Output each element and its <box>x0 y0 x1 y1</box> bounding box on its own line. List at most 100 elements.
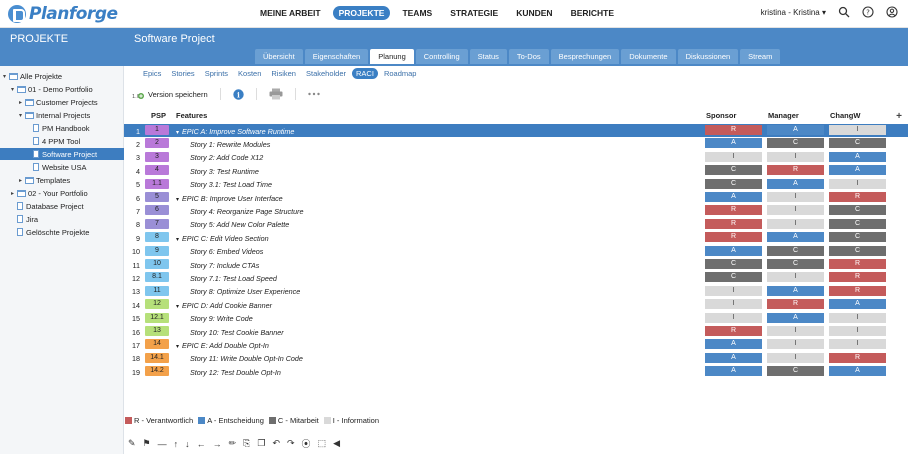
story-title[interactable]: Story 6: Embed Videos <box>190 247 263 256</box>
table-row[interactable]: 4 4 Story 3: Test Runtime C R A <box>124 164 908 177</box>
user-icon[interactable] <box>886 6 898 18</box>
sponsor-cell[interactable]: C <box>705 178 762 189</box>
changw-cell[interactable]: R <box>829 192 886 202</box>
tab-dokumente[interactable]: Dokumente <box>621 49 676 64</box>
manager-cell[interactable]: C <box>767 366 824 377</box>
manager-cell[interactable]: C <box>767 138 824 149</box>
add-epic-icon[interactable]: ⚑ <box>143 438 151 449</box>
tree-item[interactable]: Website USA <box>0 161 124 173</box>
subtab-roadmap[interactable]: Roadmap <box>380 68 421 79</box>
tree-item[interactable]: ▸ Templates <box>0 174 124 186</box>
undo-icon[interactable]: ↶ <box>272 438 280 449</box>
sponsor-cell[interactable]: A <box>705 352 762 363</box>
subtab-stories[interactable]: Stories <box>167 68 198 79</box>
tab-besprechungen[interactable]: Besprechungen <box>550 49 620 64</box>
changw-cell[interactable]: A <box>829 165 886 176</box>
table-row[interactable]: 19 14.2 Story 12: Test Double Opt-In A C A <box>124 365 908 378</box>
save-version-icon[interactable]: 1.0 <box>132 88 144 100</box>
story-title[interactable]: Story 5: Add New Color Palette <box>190 220 289 229</box>
manager-cell[interactable]: I <box>767 326 824 336</box>
table-row[interactable]: 10 9 Story 6: Embed Videos A C C <box>124 244 908 257</box>
tree-item[interactable]: 4 PPM Tool <box>0 135 124 147</box>
table-row[interactable]: 13 11 Story 8: Optimize User Experience I A R <box>124 284 908 297</box>
remove-icon[interactable]: — <box>158 439 167 449</box>
more-icon[interactable] <box>307 92 320 96</box>
manager-cell[interactable]: C <box>767 245 824 256</box>
changw-cell[interactable]: A <box>829 299 886 310</box>
header-changw[interactable]: ChangW <box>830 111 860 120</box>
epic-title[interactable]: EPIC B: Improve User Interface <box>182 194 283 203</box>
sponsor-cell[interactable]: A <box>705 245 762 256</box>
table-row[interactable]: 12 8.1 Story 7.1: Test Load Speed C I R <box>124 271 908 284</box>
epic-title[interactable]: EPIC E: Add Double Opt-In <box>182 341 269 350</box>
story-title[interactable]: Story 3: Test Runtime <box>190 167 259 176</box>
changw-cell[interactable]: I <box>829 178 886 189</box>
manager-cell[interactable]: A <box>767 178 824 189</box>
changw-cell[interactable]: R <box>829 259 886 269</box>
manager-cell[interactable]: A <box>767 232 824 243</box>
print-icon[interactable] <box>269 88 283 100</box>
story-title[interactable]: Story 1: Rewrite Modules <box>190 140 270 149</box>
add-column-icon[interactable]: + <box>896 111 902 122</box>
tab-diskussionen[interactable]: Diskussionen <box>677 49 739 64</box>
move-up-icon[interactable]: ↑ <box>174 439 179 449</box>
nav-projekte[interactable]: PROJEKTE <box>332 6 391 20</box>
sponsor-cell[interactable]: C <box>705 165 762 176</box>
subtab-kosten[interactable]: Kosten <box>234 68 265 79</box>
tab-stream[interactable]: Stream <box>740 49 781 64</box>
logo[interactable]: Planforge <box>8 4 118 24</box>
nav-teams[interactable]: TEAMS <box>396 6 438 20</box>
nav-strategie[interactable]: STRATEGIE <box>444 6 504 20</box>
table-row[interactable]: 1714EPIC E: Add Double Opt-InAII <box>124 338 908 351</box>
sponsor-cell[interactable]: A <box>705 339 762 350</box>
manager-cell[interactable]: I <box>767 218 824 229</box>
story-title[interactable]: Story 7: Include CTAs <box>190 261 259 270</box>
redo-icon[interactable]: ↷ <box>287 438 295 449</box>
subtab-risiken[interactable]: Risiken <box>267 68 300 79</box>
nav-kunden[interactable]: KUNDEN <box>510 6 558 20</box>
manager-cell[interactable]: I <box>767 205 824 216</box>
header-psp[interactable]: PSP <box>151 111 166 120</box>
header-features[interactable]: Features <box>176 111 207 120</box>
epic-title[interactable]: EPIC C: Edit Video Section <box>182 234 269 243</box>
tree-item[interactable]: ▸ Customer Projects <box>0 96 124 108</box>
subtab-stakeholder[interactable]: Stakeholder <box>302 68 350 79</box>
tab-controlling[interactable]: Controlling <box>415 49 468 64</box>
manager-cell[interactable]: I <box>767 151 824 162</box>
table-row[interactable]: 18 14.1 Story 11: Write Double Opt-In Code… <box>124 351 908 364</box>
story-title[interactable]: Story 10: Test Cookie Banner <box>190 328 284 337</box>
header-manager[interactable]: Manager <box>768 111 799 120</box>
move-down-icon[interactable]: ↓ <box>185 439 190 449</box>
sponsor-cell[interactable]: C <box>705 272 762 283</box>
changw-cell[interactable]: A <box>829 366 886 377</box>
manager-cell[interactable]: C <box>767 259 824 269</box>
sponsor-cell[interactable]: R <box>705 232 762 243</box>
tree-item[interactable]: ▾ Internal Projects <box>0 109 124 121</box>
move-left-icon[interactable]: ← <box>197 439 206 449</box>
send-icon[interactable]: ◀ <box>333 438 340 449</box>
changw-cell[interactable]: I <box>829 326 886 336</box>
sponsor-cell[interactable]: I <box>705 312 762 323</box>
info-icon[interactable]: i <box>232 88 244 100</box>
manager-cell[interactable]: A <box>767 285 824 296</box>
story-title[interactable]: Story 7.1: Test Load Speed <box>190 274 277 283</box>
tree-item[interactable]: Software Project <box>0 148 124 160</box>
sponsor-cell[interactable]: R <box>705 218 762 229</box>
nav-berichte[interactable]: BERICHTE <box>565 6 620 20</box>
tree-item[interactable]: PM Handbook <box>0 122 124 134</box>
user-menu[interactable]: kristina - Kristina ▾ <box>761 8 826 17</box>
sponsor-cell[interactable]: A <box>705 192 762 202</box>
changw-cell[interactable]: A <box>829 151 886 162</box>
changw-cell[interactable]: I <box>829 339 886 350</box>
changw-cell[interactable]: I <box>829 312 886 323</box>
table-row[interactable]: 5 1.1 Story 3.1: Test Load Time C A I <box>124 177 908 190</box>
sponsor-cell[interactable]: I <box>705 151 762 162</box>
save-version-button[interactable]: Version speichern <box>148 90 208 99</box>
tree-item[interactable]: Jira <box>0 213 124 225</box>
manager-cell[interactable]: R <box>767 165 824 176</box>
sponsor-cell[interactable]: I <box>705 285 762 296</box>
table-row[interactable]: 15 12.1 Story 9: Write Code I A I <box>124 311 908 324</box>
sponsor-cell[interactable]: R <box>705 125 762 135</box>
manager-cell[interactable]: A <box>767 125 824 135</box>
tab-übersicht[interactable]: Übersicht <box>255 49 303 64</box>
